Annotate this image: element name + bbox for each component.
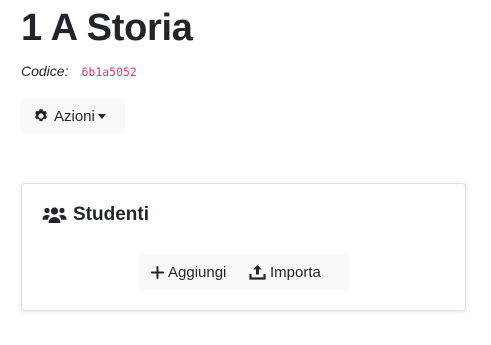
page-title: 1 A Storia xyxy=(21,7,193,49)
code-value: 6b1a5052 xyxy=(81,64,137,79)
import-students-button[interactable]: Importa xyxy=(245,254,350,290)
upload-icon xyxy=(249,265,266,280)
code-label: Codice: xyxy=(21,63,69,79)
gear-icon xyxy=(35,109,47,122)
students-title-text: Studenti xyxy=(73,204,149,225)
add-student-button[interactable]: Aggiungi xyxy=(138,254,245,290)
plus-icon xyxy=(151,265,164,279)
chevron-down-icon xyxy=(97,114,106,119)
actions-label: Azioni xyxy=(54,107,95,125)
code-row: Codice: 6b1a5052 xyxy=(21,61,137,81)
import-students-label: Importa xyxy=(270,263,321,281)
students-card: Studenti Aggiungi Importa xyxy=(21,183,466,311)
add-student-label: Aggiungi xyxy=(168,263,227,281)
students-card-title: Studenti xyxy=(42,204,149,226)
actions-dropdown-button[interactable]: Azioni xyxy=(21,98,125,134)
students-actions-group: Aggiungi Importa xyxy=(138,254,350,290)
users-icon xyxy=(42,207,67,223)
